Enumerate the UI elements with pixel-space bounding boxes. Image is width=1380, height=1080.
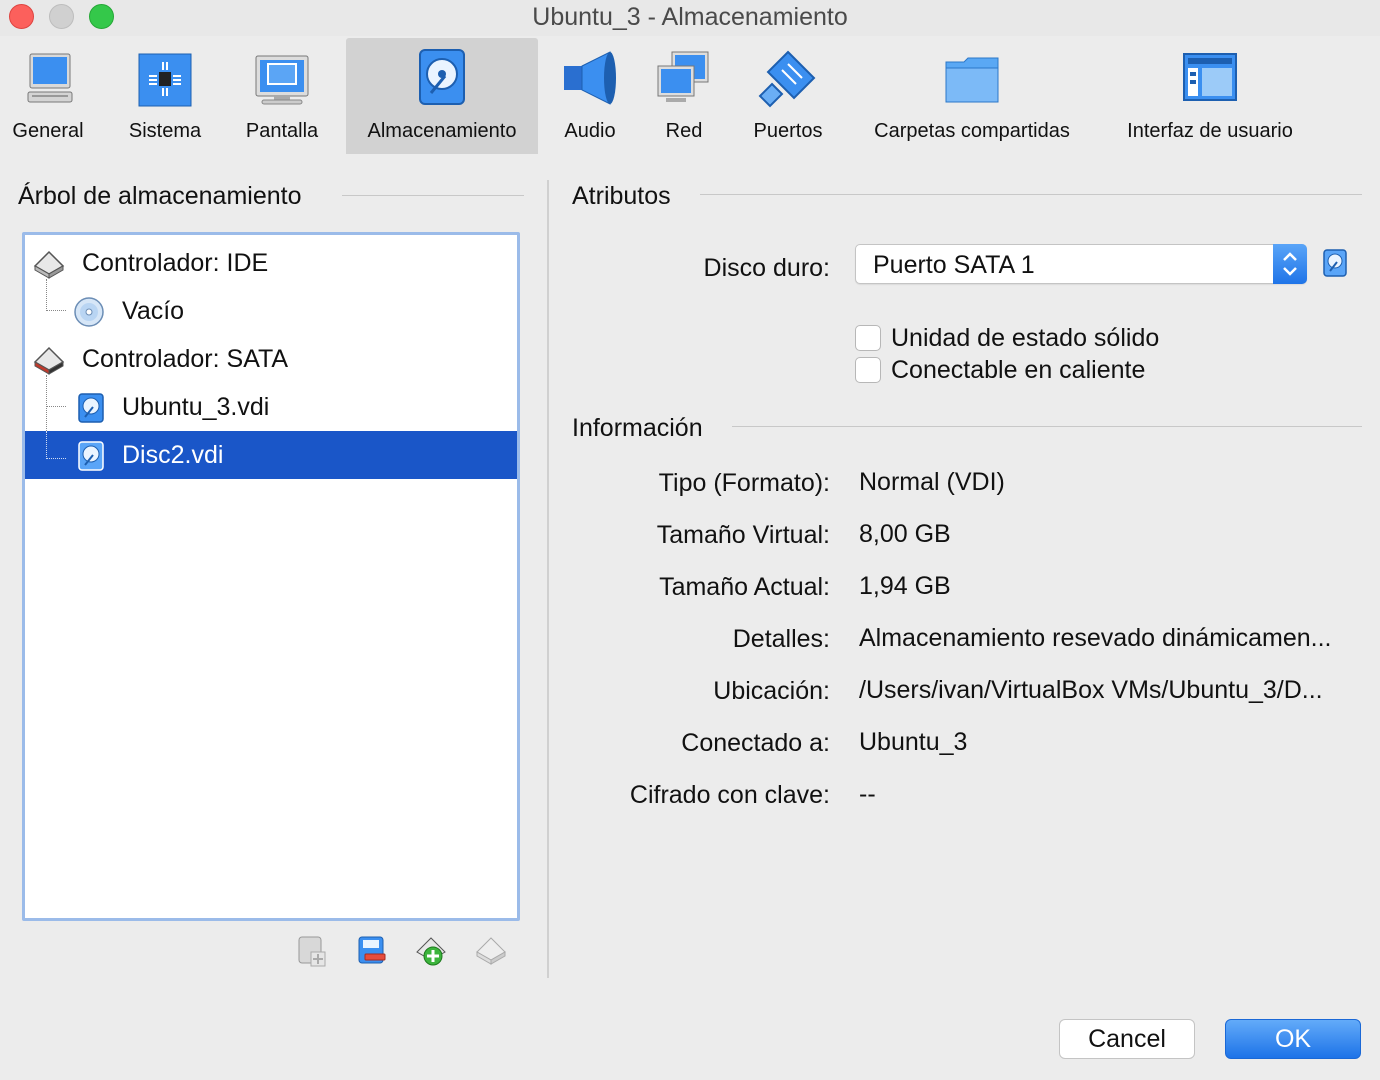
attributes-separator (700, 194, 1362, 195)
tab-general-label: General (12, 120, 84, 142)
tab-carpetas-compartidas[interactable]: Carpetas compartidas (858, 38, 1086, 154)
info-details-value: Almacenamiento resevado dinámicamen... (859, 624, 1332, 652)
tab-red[interactable]: Red (646, 38, 722, 154)
settings-toolbar: General Sistema Pantalla Almacenamiento … (0, 36, 1380, 156)
tree-item-label: Controlador: SATA (82, 345, 289, 373)
ide-controller-icon (33, 250, 65, 279)
tree-item-ubuntu-vdi[interactable]: Ubuntu_3.vdi (25, 383, 517, 431)
tab-carpetas-label: Carpetas compartidas (874, 120, 1070, 142)
ssd-checkbox[interactable] (855, 325, 881, 351)
user-interface-icon (1183, 53, 1237, 101)
info-actual-size-label: Tamaño Actual: (659, 573, 830, 601)
tree-connector (46, 431, 47, 459)
tree-item-label: Ubuntu_3.vdi (122, 393, 270, 421)
information-title: Información (572, 414, 703, 442)
window-title: Ubuntu_3 - Almacenamiento (532, 3, 848, 31)
information-separator (732, 426, 1362, 427)
tree-item-label: Disc2.vdi (122, 441, 224, 469)
select-arrows-icon (1273, 244, 1307, 284)
tab-general[interactable]: General (0, 38, 96, 154)
tree-item-disc2-vdi[interactable]: Disc2.vdi (25, 431, 517, 479)
storage-tree-separator (342, 195, 524, 196)
panel-divider (547, 180, 549, 978)
tab-puertos[interactable]: Puertos (740, 38, 836, 154)
add-controller-icon[interactable] (415, 934, 449, 968)
info-virtual-size-value: 8,00 GB (859, 520, 951, 548)
choose-disk-icon[interactable] (1322, 248, 1348, 278)
optical-disc-icon (74, 297, 104, 327)
hard-disk-icon (78, 441, 104, 471)
tab-almacenamiento[interactable]: Almacenamiento (346, 38, 538, 154)
remove-attachment-icon[interactable] (355, 934, 389, 968)
network-icon (657, 51, 709, 102)
tab-sistema[interactable]: Sistema (116, 38, 214, 154)
folder-icon (945, 57, 999, 103)
info-actual-size-value: 1,94 GB (859, 572, 951, 600)
info-location-value: /Users/ivan/VirtualBox VMs/Ubuntu_3/D... (859, 676, 1323, 704)
hard-disk-icon (419, 49, 465, 105)
info-encryption-value: -- (859, 780, 876, 808)
tab-red-label: Red (665, 120, 703, 142)
info-details-label: Detalles: (732, 625, 830, 653)
remove-controller-icon[interactable] (475, 934, 509, 968)
tab-audio-label: Audio (564, 120, 616, 142)
hard-disk-port-value: Puerto SATA 1 (873, 251, 1035, 279)
hotplug-checkbox[interactable] (855, 357, 881, 383)
tab-almacenamiento-label: Almacenamiento (367, 120, 517, 142)
info-attached-to-value: Ubuntu_3 (859, 728, 968, 756)
display-icon (255, 55, 309, 105)
tree-item-empty-optical[interactable]: Vacío (25, 287, 517, 335)
tree-item-label: Controlador: IDE (82, 249, 269, 277)
tab-interfaz-usuario[interactable]: Interfaz de usuario (1110, 38, 1310, 154)
ok-button[interactable]: OK (1225, 1019, 1361, 1059)
hard-disk-label: Disco duro: (703, 254, 830, 282)
ssd-label: Unidad de estado sólido (891, 324, 1160, 352)
storage-tree-title: Árbol de almacenamiento (18, 182, 302, 210)
tree-item-ide-controller[interactable]: Controlador: IDE (25, 239, 517, 287)
info-virtual-size-label: Tamaño Virtual: (656, 521, 830, 549)
info-type-label: Tipo (Formato): (658, 469, 830, 497)
tab-pantalla-label: Pantalla (245, 120, 319, 142)
tree-item-sata-controller[interactable]: Controlador: SATA (25, 335, 517, 383)
info-attached-to-label: Conectado a: (681, 729, 830, 757)
cancel-button[interactable]: Cancel (1059, 1019, 1195, 1059)
monitor-general-icon (27, 53, 73, 103)
hard-disk-port-select[interactable]: Puerto SATA 1 (855, 244, 1307, 284)
tab-audio[interactable]: Audio (550, 38, 630, 154)
speaker-icon (564, 51, 616, 105)
hard-disk-icon (78, 393, 104, 423)
tree-item-label: Vacío (122, 297, 185, 325)
tab-sistema-label: Sistema (128, 120, 202, 142)
usb-port-icon (758, 50, 816, 108)
tab-pantalla[interactable]: Pantalla (234, 38, 330, 154)
hotplug-label: Conectable en caliente (891, 356, 1146, 384)
attributes-title: Atributos (572, 182, 671, 210)
info-location-label: Ubicación: (713, 677, 830, 705)
tab-interfaz-label: Interfaz de usuario (1127, 120, 1293, 142)
storage-tree[interactable]: Controlador: IDE Vacío Controlador: SATA… (22, 232, 520, 921)
info-type-value: Normal (VDI) (859, 468, 1005, 496)
tree-connector (46, 458, 66, 459)
add-attachment-icon[interactable] (295, 934, 329, 968)
sata-controller-icon (33, 346, 65, 375)
info-encryption-label: Cifrado con clave: (629, 781, 830, 809)
chip-icon (138, 53, 192, 107)
title-bar: Ubuntu_3 - Almacenamiento (0, 0, 1380, 36)
tab-puertos-label: Puertos (753, 120, 823, 142)
